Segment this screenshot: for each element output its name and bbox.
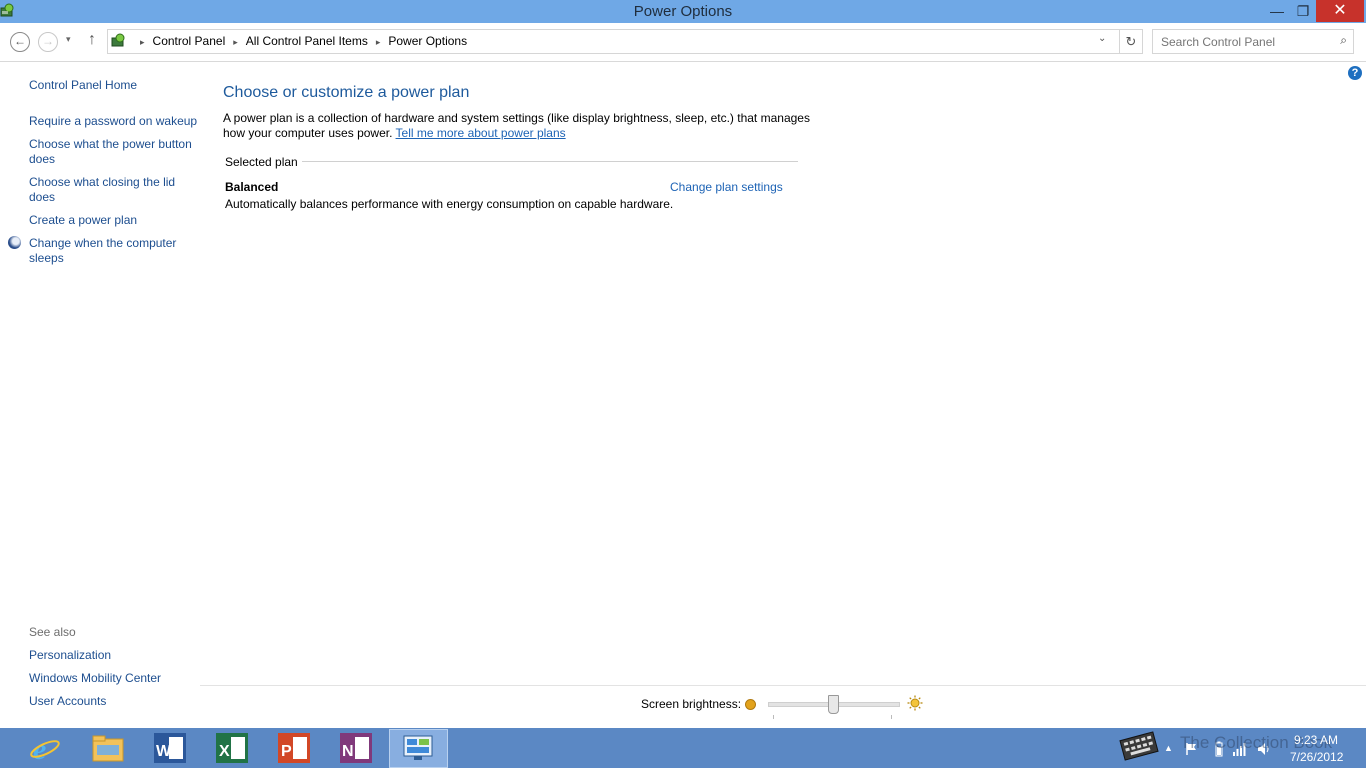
divider xyxy=(200,685,1366,686)
show-hidden-icons-button[interactable]: ▲ xyxy=(1164,743,1173,753)
power-button-link[interactable]: Choose what the power button does xyxy=(29,137,199,167)
file-explorer-icon[interactable] xyxy=(91,731,125,765)
computer-sleeps-link[interactable]: Change when the computer sleeps xyxy=(29,236,189,266)
plan-name: Balanced xyxy=(225,180,279,194)
search-icon[interactable]: ⌕ xyxy=(1340,33,1347,48)
title-bar: Power Options — ❐ ✕ xyxy=(0,0,1366,23)
brightness-slider-thumb[interactable] xyxy=(827,695,839,714)
forward-button[interactable]: → xyxy=(38,32,58,52)
keyboard-icon[interactable] xyxy=(1118,722,1166,764)
slider-tick xyxy=(773,715,774,719)
power-plans-help-link[interactable]: Tell me more about power plans xyxy=(396,126,566,140)
address-dropdown-button[interactable]: ⌄ xyxy=(1098,33,1106,44)
excel-icon[interactable]: X xyxy=(215,731,249,765)
breadcrumb-separator[interactable]: ▸ xyxy=(140,37,145,47)
breadcrumb[interactable]: ▸ Control Panel ▸ All Control Panel Items ▸ P… xyxy=(107,29,1143,54)
help-button[interactable]: ? xyxy=(1348,66,1362,80)
clock-time[interactable]: 9:23 AM xyxy=(1294,733,1338,747)
control-panel-icon xyxy=(403,735,433,760)
breadcrumb-separator[interactable]: ▸ xyxy=(233,37,238,47)
see-also-heading: See also xyxy=(29,625,76,639)
breadcrumb-power-options[interactable]: Power Options xyxy=(388,34,467,48)
clock-date[interactable]: 7/26/2012 xyxy=(1290,750,1343,764)
selected-plan-heading: Selected plan xyxy=(225,155,298,169)
slider-tick xyxy=(891,715,892,719)
create-power-plan-link[interactable]: Create a power plan xyxy=(29,213,137,228)
close-button[interactable]: ✕ xyxy=(1316,0,1364,22)
svg-text:P: P xyxy=(281,743,292,760)
closing-lid-link[interactable]: Choose what closing the lid does xyxy=(29,175,189,205)
change-plan-settings-link[interactable]: Change plan settings xyxy=(670,180,783,194)
divider xyxy=(302,161,798,162)
control-panel-icon xyxy=(111,33,125,47)
svg-text:X: X xyxy=(219,743,230,760)
search-box[interactable]: ⌕ xyxy=(1152,29,1354,54)
breadcrumb-control-panel[interactable]: Control Panel xyxy=(153,34,226,48)
breadcrumb-separator[interactable]: ▸ xyxy=(376,37,381,47)
breadcrumb-path: ▸ Control Panel ▸ All Control Panel Items ▸ P… xyxy=(132,34,467,48)
up-button[interactable]: ↑ xyxy=(88,31,96,49)
page-title: Choose or customize a power plan xyxy=(223,84,470,101)
taskbar: e W X P N ▲ xyxy=(0,728,1366,768)
control-panel-taskbar-button[interactable] xyxy=(389,729,448,768)
window-title: Power Options xyxy=(633,3,733,20)
mobility-center-link[interactable]: Windows Mobility Center xyxy=(29,671,161,686)
screen-brightness-label: Screen brightness: xyxy=(641,697,742,711)
onenote-icon[interactable]: N xyxy=(339,731,373,765)
internet-explorer-icon[interactable]: e xyxy=(28,731,62,765)
user-accounts-link[interactable]: User Accounts xyxy=(29,694,106,709)
back-button[interactable]: ← xyxy=(10,32,30,52)
recent-locations-button[interactable]: ▾ xyxy=(66,34,71,45)
sleep-moon-icon xyxy=(8,236,21,249)
minimize-button[interactable]: — xyxy=(1264,0,1290,22)
maximize-button[interactable]: ❐ xyxy=(1290,0,1316,22)
brightness-bright-icon xyxy=(907,695,923,711)
word-icon[interactable]: W xyxy=(153,731,187,765)
require-password-link[interactable]: Require a password on wakeup xyxy=(29,114,197,129)
powerpoint-icon[interactable]: P xyxy=(277,731,311,765)
brightness-dim-icon xyxy=(745,699,756,710)
search-input[interactable] xyxy=(1159,33,1333,51)
refresh-button[interactable]: ↻ xyxy=(1119,30,1142,53)
svg-text:N: N xyxy=(342,743,354,760)
control-panel-home-link[interactable]: Control Panel Home xyxy=(29,78,137,93)
address-bar: ← → ▾ ↑ ▸ Control Panel ▸ All Control Panel… xyxy=(0,23,1366,62)
breadcrumb-all-items[interactable]: All Control Panel Items xyxy=(246,34,368,48)
personalization-link[interactable]: Personalization xyxy=(29,648,111,663)
svg-text:W: W xyxy=(156,743,172,760)
intro-text: A power plan is a collection of hardware… xyxy=(223,111,823,141)
plan-description: Automatically balances performance with … xyxy=(225,197,674,211)
